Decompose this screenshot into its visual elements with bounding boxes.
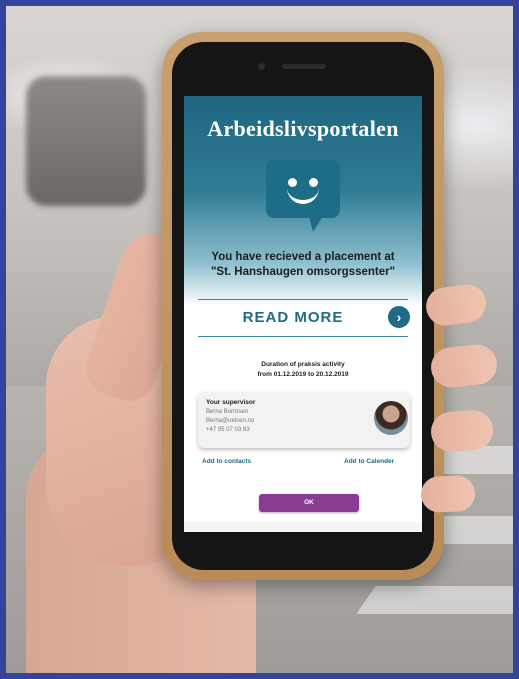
chevron-right-icon: › <box>388 306 410 328</box>
blurred-car <box>26 76 146 206</box>
finger-4 <box>420 475 476 513</box>
add-to-contacts-link[interactable]: Add to contacts <box>202 458 251 465</box>
supervisor-name: Berna Borrosen <box>206 409 249 415</box>
duration-line1: Duration of praksis activity <box>261 361 345 368</box>
finger-2 <box>429 342 499 390</box>
placement-message: You have recieved a placement at "St. Ha… <box>192 250 414 280</box>
add-to-calendar-link[interactable]: Add to Calender <box>344 458 394 465</box>
app-screen: Arbeidslivsportalen You have recieved a … <box>184 96 422 532</box>
photo-frame: Arbeidslivsportalen You have recieved a … <box>0 0 519 679</box>
placement-message-line1: You have recieved a placement at <box>211 251 395 263</box>
chat-smiley-icon <box>266 160 340 218</box>
divider-bottom <box>198 336 408 337</box>
supervisor-card: Your supervisor Berna Borrosen Berna@uel… <box>198 392 410 448</box>
supervisor-phone: +47 95 07 03 83 <box>206 427 250 433</box>
finger-3 <box>429 408 495 454</box>
smartphone: Arbeidslivsportalen You have recieved a … <box>162 32 444 580</box>
front-camera <box>258 63 265 70</box>
screen-bottom <box>184 522 422 532</box>
duration-info: Duration of praksis activity from 01.12.… <box>194 360 412 380</box>
duration-line2: from 01.12.2019 to 20.12.2019 <box>257 371 349 378</box>
phone-bezel: Arbeidslivsportalen You have recieved a … <box>172 42 434 570</box>
earpiece-speaker <box>282 64 326 69</box>
supervisor-title: Your supervisor <box>206 399 256 406</box>
ok-button[interactable]: OK <box>259 494 359 512</box>
read-more-label: READ MORE <box>242 309 344 326</box>
read-more-button[interactable]: READ MORE › <box>198 300 410 334</box>
app-title: Arbeidslivsportalen <box>207 116 399 141</box>
placement-message-line2: "St. Hanshaugen omsorgssenter" <box>210 266 396 278</box>
avatar <box>374 401 408 435</box>
supervisor-email: Berna@uelsen.no <box>206 418 255 424</box>
